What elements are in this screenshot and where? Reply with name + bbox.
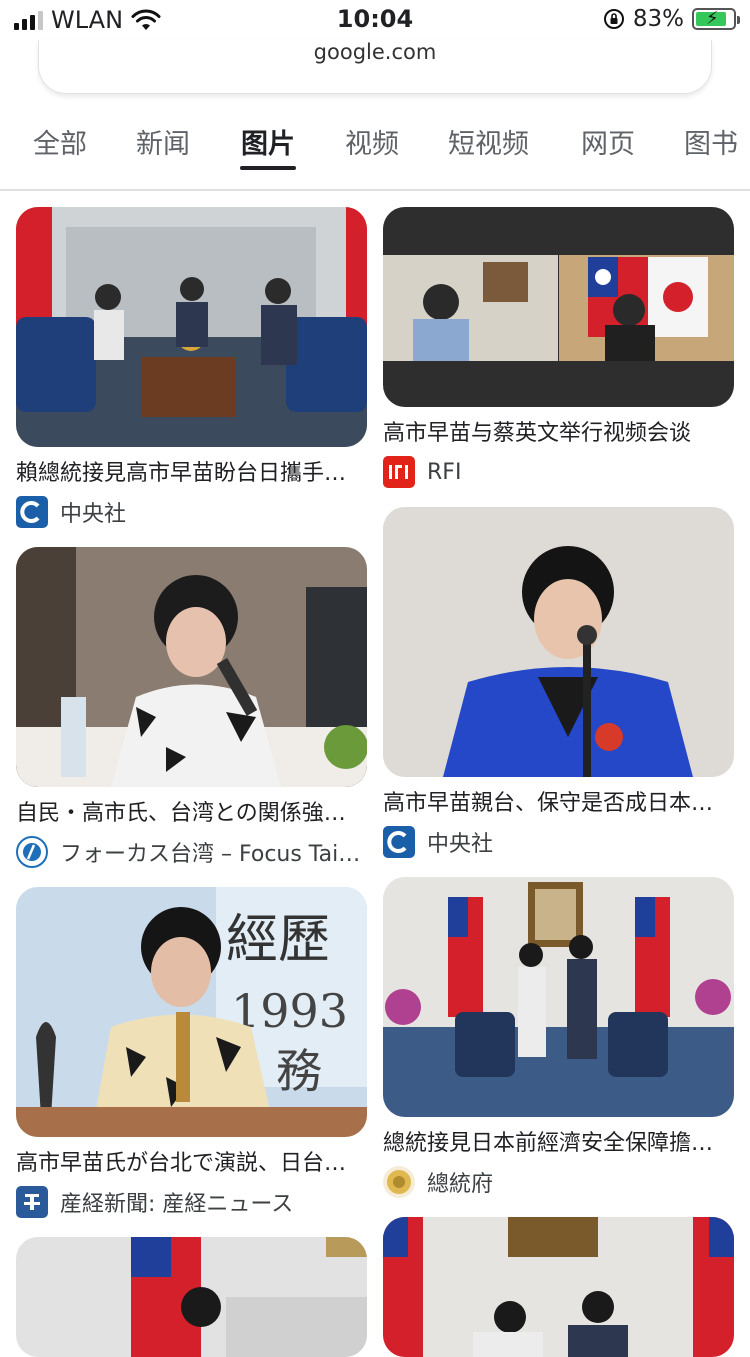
result-thumbnail[interactable] [383, 507, 734, 777]
image-result[interactable]: 賴總統接見高市早苗盼台日攜手深化交流 中央社 [16, 207, 367, 529]
image-result[interactable] [383, 1217, 734, 1357]
result-caption[interactable]: 總統接見日本前經濟安全保障擔當大臣 [383, 1129, 734, 1159]
svg-text:務: 務 [276, 1044, 322, 1098]
image-result[interactable]: 總統接見日本前經濟安全保障擔當大臣 總統府 [383, 877, 734, 1199]
source-name: 中央社 [427, 832, 494, 857]
result-caption[interactable]: 高市早苗親台、保守是否成日本首相 [383, 789, 734, 819]
tab-news[interactable]: 新闻 [136, 122, 190, 161]
result-thumbnail[interactable] [16, 207, 367, 447]
tab-all[interactable]: 全部 [33, 122, 87, 161]
tab-books[interactable]: 图书 [684, 122, 738, 161]
source-name: フォーカス台湾 – Focus Taiwan [60, 842, 367, 867]
focus-taiwan-logo-icon [16, 836, 48, 868]
result-caption[interactable]: 賴總統接見高市早苗盼台日攜手深化交流 [16, 459, 367, 489]
tab-short-videos[interactable]: 短视频 [448, 122, 529, 161]
presidential-office-logo-icon [383, 1166, 415, 1198]
result-source[interactable]: RFI [383, 455, 734, 489]
source-name: 中央社 [60, 502, 127, 527]
result-source[interactable]: 中央社 [16, 495, 367, 529]
image-result[interactable]: 自民・高市氏、台湾との関係強化を訴え フォーカス台湾 – Focus Taiwa… [16, 547, 367, 869]
orientation-lock-icon [603, 9, 624, 29]
result-thumbnail[interactable] [16, 547, 367, 787]
image-result[interactable]: 經歷 1993 務 高市早苗氏が台北で演説、日台関係 産経新聞: 産経ニュース [16, 887, 367, 1219]
battery-charging-icon: ⚡ [692, 8, 740, 30]
svg-text:經歷: 經歷 [226, 910, 330, 970]
image-result[interactable]: 高市早苗親台、保守是否成日本首相 中央社 [383, 507, 734, 859]
rfi-logo-icon [383, 456, 415, 488]
source-name: 産経新聞: 産経ニュース [60, 1192, 294, 1217]
result-thumbnail[interactable] [383, 877, 734, 1117]
search-tabs: 全部 新闻 图片 视频 短视频 网页 图书 [0, 112, 750, 172]
sankei-logo-icon [16, 1186, 48, 1218]
result-source[interactable]: 總統府 [383, 1165, 734, 1199]
result-thumbnail[interactable] [383, 207, 734, 407]
source-name: 總統府 [427, 1172, 494, 1197]
result-caption[interactable]: 自民・高市氏、台湾との関係強化を訴え [16, 799, 367, 829]
result-source[interactable]: フォーカス台湾 – Focus Taiwan [16, 835, 367, 869]
result-source[interactable]: 産経新聞: 産経ニュース [16, 1185, 367, 1219]
image-result[interactable]: 高市早苗与蔡英文举行视频会谈 RFI [383, 207, 734, 489]
source-name: RFI [427, 459, 462, 485]
tab-videos[interactable]: 视频 [345, 122, 399, 161]
status-bar: WLAN 10:04 83% ⚡ [0, 0, 750, 40]
result-thumbnail[interactable]: 經歷 1993 務 [16, 887, 367, 1137]
result-thumbnail[interactable] [383, 1217, 734, 1357]
result-caption[interactable]: 高市早苗氏が台北で演説、日台関係 [16, 1149, 367, 1179]
address-bar-url[interactable]: google.com [0, 40, 750, 64]
result-source[interactable]: 中央社 [383, 825, 734, 859]
image-result[interactable] [16, 1237, 367, 1357]
result-caption[interactable]: 高市早苗与蔡英文举行视频会谈 [383, 419, 734, 449]
cna-logo-icon [383, 826, 415, 858]
active-tab-indicator [240, 166, 296, 170]
divider [0, 189, 750, 191]
tab-web[interactable]: 网页 [581, 122, 635, 161]
tab-images[interactable]: 图片 [241, 122, 295, 161]
result-thumbnail[interactable] [16, 1237, 367, 1357]
cna-logo-icon [16, 496, 48, 528]
battery-percent: 83% [632, 6, 684, 32]
